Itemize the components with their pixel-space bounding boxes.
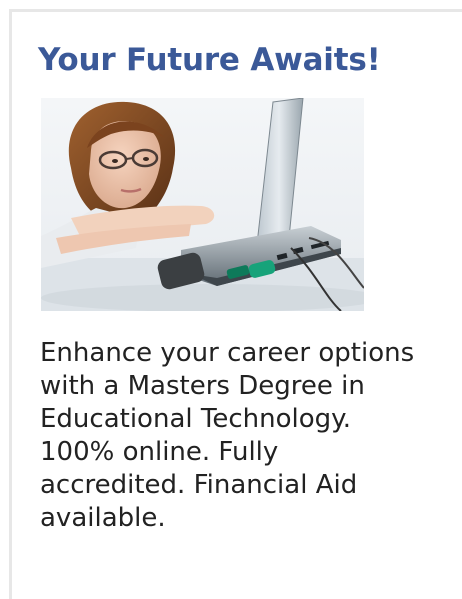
ad-description: Enhance your career options with a Maste… — [40, 338, 415, 533]
ad-headline-link[interactable]: Your Future Awaits! — [38, 40, 381, 80]
page: Your Future Awaits! Enhance your career … — [0, 0, 462, 599]
woman-with-laptop-image[interactable] — [41, 98, 364, 311]
sponsored-ad[interactable]: Your Future Awaits! Enhance your career … — [9, 9, 462, 599]
